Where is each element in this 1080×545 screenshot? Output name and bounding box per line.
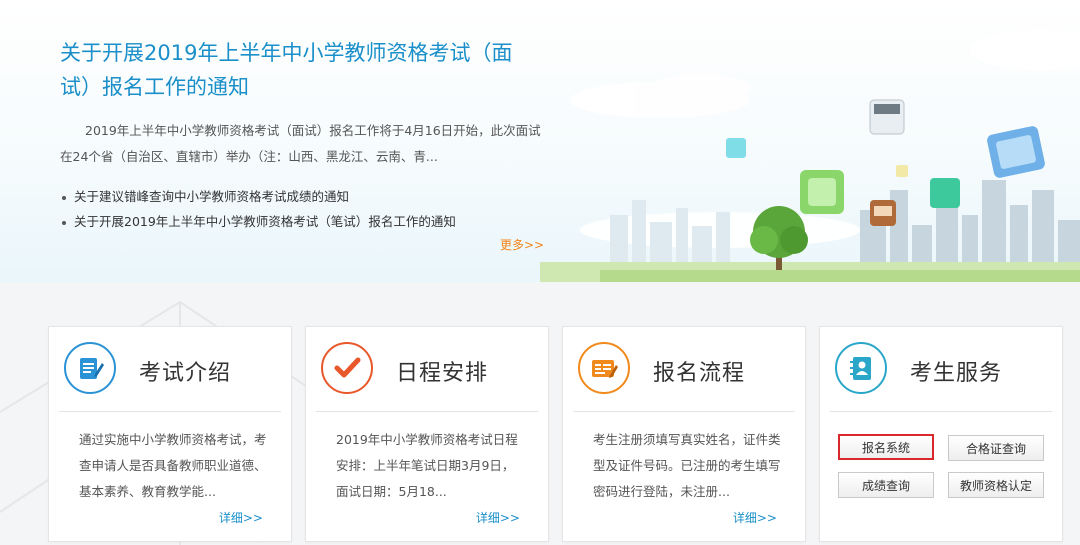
news-list: 关于建议错峰查询中小学教师资格考试成绩的通知 关于开展2019年上半年中小学教师… [62,184,456,234]
card-title: 日程安排 [396,361,489,386]
card-icon-circle [321,342,373,394]
news-list-item[interactable]: 关于建议错峰查询中小学教师资格考试成绩的通知 [62,184,456,209]
card-description: 考生注册须填写真实姓名，证件类型及证件号码。已注册的考生填写密码进行登陆，未注册… [593,432,781,499]
certificate-query-button[interactable]: 合格证查询 [948,435,1044,461]
news-banner: 关于开展2019年上半年中小学教师资格考试（面试）报名工作的通知 2019年上半… [0,0,1080,282]
card-icon-circle [578,342,630,394]
card-description: 通过实施中小学教师资格考试，考查申请人是否具备教师职业道德、基本素养、教育教学能… [79,432,267,499]
form-pen-icon [592,360,618,378]
news-title[interactable]: 关于开展2019年上半年中小学教师资格考试（面试）报名工作的通知 [60,36,540,104]
divider [59,411,281,412]
score-query-button[interactable]: 成绩查询 [838,472,934,498]
registration-process-card: 报名流程 考生注册须填写真实姓名，证件类型及证件号码。已注册的考生填写密码进行登… [562,326,806,542]
schedule-card: 日程安排 2019年中小学教师资格考试日程安排：上半年笔试日期3月9日，面试日期… [305,326,549,542]
divider [830,411,1052,412]
teacher-qualification-button[interactable]: 教师资格认定 [948,472,1044,498]
news-list-item-label: 关于开展2019年上半年中小学教师资格考试（笔试）报名工作的通知 [74,214,456,229]
news-summary: 2019年上半年中小学教师资格考试（面试）报名工作将于4月16日开始，此次面试在… [60,123,541,164]
bullet-icon [62,220,66,225]
card-title: 考试介绍 [139,361,232,386]
news-list-item[interactable]: 关于开展2019年上半年中小学教师资格考试（笔试）报名工作的通知 [62,209,456,234]
contact-book-icon [850,357,871,380]
card-title: 报名流程 [653,361,746,386]
card-more-link[interactable]: 详细>> [733,509,777,526]
bullet-icon [62,195,66,200]
candidate-service-card: 考生服务 报名系统 合格证查询 成绩查询 教师资格认定 [819,326,1063,542]
news-list-item-label: 关于建议错峰查询中小学教师资格考试成绩的通知 [74,189,350,204]
document-pen-icon [80,358,104,379]
card-icon-circle [835,342,887,394]
divider [573,411,795,412]
card-more-link[interactable]: 详细>> [476,509,520,526]
news-more-link[interactable]: 更多>> [500,236,544,253]
card-title: 考生服务 [910,361,1003,386]
card-more-link[interactable]: 详细>> [219,509,263,526]
registration-system-button[interactable]: 报名系统 [838,434,934,460]
card-icon-circle [64,342,116,394]
checkmark-icon [334,357,361,378]
card-description: 2019年中小学教师资格考试日程安排：上半年笔试日期3月9日，面试日期：5月18… [336,432,518,499]
divider [316,411,538,412]
exam-intro-card: 考试介绍 通过实施中小学教师资格考试，考查申请人是否具备教师职业道德、基本素养、… [48,326,292,542]
